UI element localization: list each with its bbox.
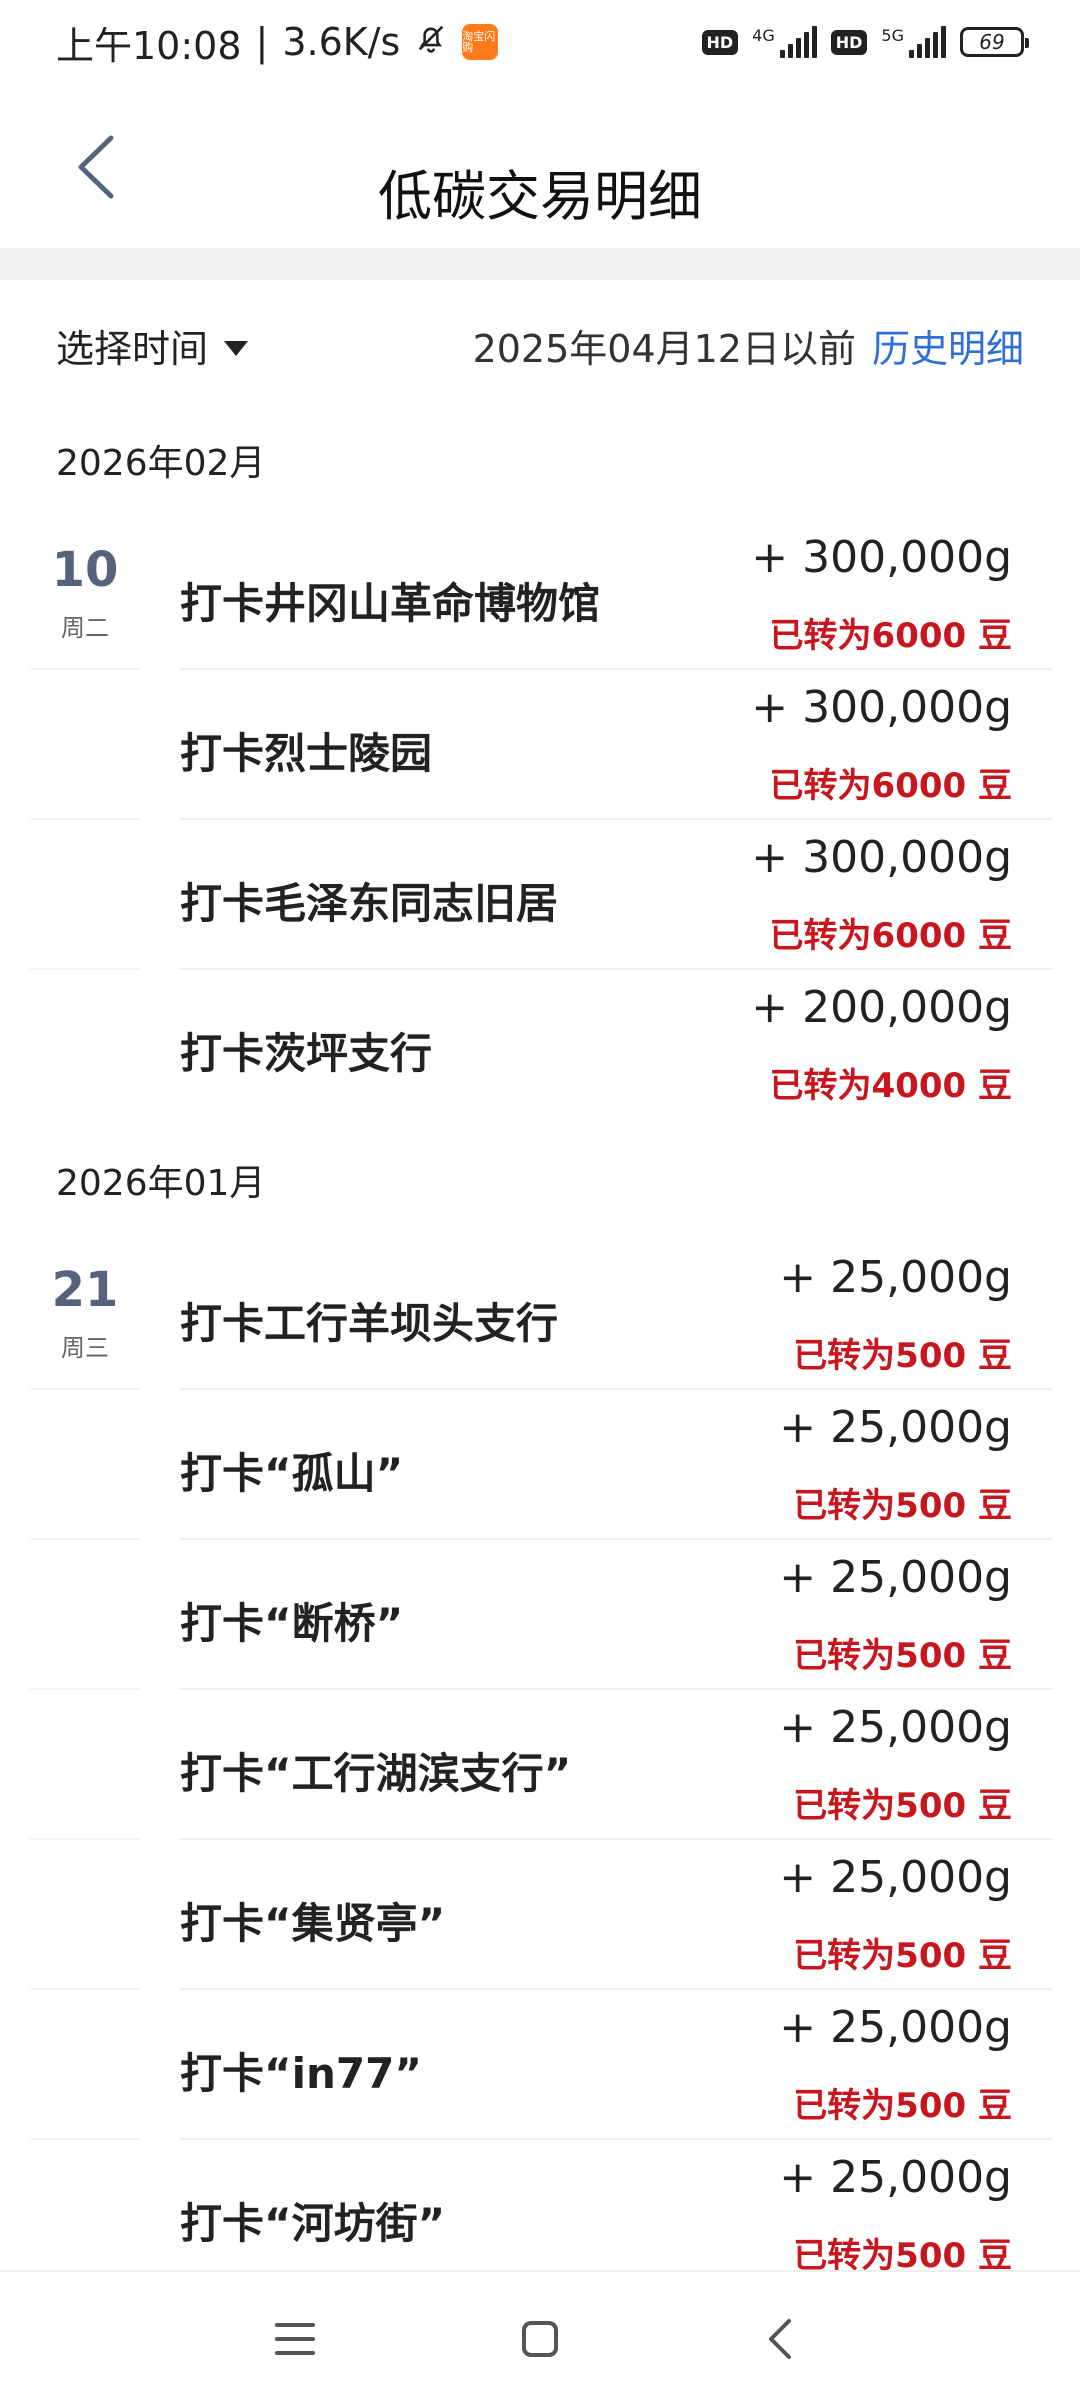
- filter-right: 2025年04月12日以前 历史明细: [473, 318, 1024, 373]
- transaction-beans: 已转为500 豆: [793, 2086, 1012, 2126]
- date-day: 21: [51, 1262, 119, 1318]
- transaction-beans: 已转为500 豆: [793, 1786, 1012, 1826]
- transaction-beans: 已转为4000 豆: [769, 1066, 1012, 1106]
- transaction-item[interactable]: 打卡“in77” + 25,000g 已转为500 豆: [0, 1990, 1080, 2140]
- transaction-item[interactable]: 打卡“河坊街” + 25,000g 已转为500 豆: [0, 2140, 1080, 2290]
- filter-row: 选择时间 2025年04月12日以前 历史明细: [0, 300, 1080, 390]
- transaction-beans: 已转为6000 豆: [769, 916, 1012, 956]
- date-column: 21 周三: [30, 1240, 140, 1390]
- transaction-title: 打卡井冈山革命博物馆: [180, 579, 601, 628]
- nav-menu-button[interactable]: [250, 2296, 340, 2386]
- transaction-beans: 已转为500 豆: [793, 1486, 1012, 1526]
- transaction-beans: 已转为500 豆: [793, 1936, 1012, 1976]
- net-label-4g: 4G: [752, 26, 775, 45]
- hd-badge: HD: [701, 29, 739, 55]
- nav-back-button[interactable]: [735, 2296, 825, 2386]
- transaction-amount: + 25,000g: [779, 1852, 1012, 1903]
- transaction-title: 打卡毛泽东同志旧居: [180, 879, 559, 928]
- net-label-5g: 5G: [881, 26, 904, 45]
- battery-level: 69: [979, 30, 1005, 54]
- triangle-down-icon: [222, 323, 250, 367]
- transaction-item[interactable]: 打卡茨坪支行 + 200,000g 已转为4000 豆: [0, 970, 1080, 1120]
- history-before-text: 2025年04月12日以前: [472, 326, 856, 371]
- transaction-item[interactable]: 10 周二 打卡井冈山革命博物馆 + 300,000g 已转为6000 豆: [0, 520, 1080, 670]
- header-divider: [0, 248, 1080, 280]
- system-nav-bar: [0, 2270, 1080, 2400]
- status-time: 上午10:08: [56, 23, 242, 68]
- transaction-title: 打卡茨坪支行: [180, 1029, 433, 1078]
- transaction-amount: + 25,000g: [779, 2152, 1012, 2203]
- transaction-amount: + 300,000g: [751, 532, 1012, 583]
- transaction-item[interactable]: 打卡“集贤亭” + 25,000g 已转为500 豆: [0, 1840, 1080, 1990]
- date-column: 10 周二: [30, 520, 140, 670]
- status-separator: |: [255, 20, 269, 64]
- transaction-amount: + 25,000g: [779, 1402, 1012, 1453]
- transaction-amount: + 25,000g: [779, 1702, 1012, 1753]
- signal-5g-icon: 5G: [881, 26, 946, 58]
- date-weekday: 周三: [61, 1334, 109, 1362]
- time-select-dropdown[interactable]: 选择时间: [56, 318, 250, 373]
- transaction-beans: 已转为500 豆: [793, 1636, 1012, 1676]
- battery-icon: 69: [960, 27, 1029, 57]
- transaction-title: 打卡“工行湖滨支行”: [180, 1749, 572, 1798]
- transaction-item[interactable]: 打卡“孤山” + 25,000g 已转为500 豆: [0, 1390, 1080, 1540]
- transaction-amount: + 25,000g: [779, 1552, 1012, 1603]
- transaction-title: 打卡“河坊街”: [180, 2199, 446, 2248]
- menu-icon: [273, 2319, 317, 2363]
- status-left: 上午10:08 | 3.6K/s 淘宝闪购: [56, 15, 499, 70]
- transaction-title: 打卡烈士陵园: [180, 729, 433, 778]
- header: 低碳交易明细: [0, 84, 1080, 248]
- transaction-item[interactable]: 打卡“断桥” + 25,000g 已转为500 豆: [0, 1540, 1080, 1690]
- square-icon: [520, 2319, 560, 2363]
- history-detail-link[interactable]: 历史明细: [872, 318, 1024, 373]
- transaction-title: 打卡“孤山”: [180, 1449, 404, 1498]
- month-header: 2026年02月: [56, 443, 266, 484]
- transaction-item[interactable]: 打卡“工行湖滨支行” + 25,000g 已转为500 豆: [0, 1690, 1080, 1840]
- time-select-label: 选择时间: [56, 326, 209, 371]
- status-right: HD 4G HD 5G 69: [701, 26, 1029, 58]
- transaction-amount: + 300,000g: [751, 832, 1012, 883]
- transaction-title: 打卡“集贤亭”: [180, 1899, 446, 1948]
- transaction-amount: + 200,000g: [751, 982, 1012, 1033]
- chevron-left-icon: [765, 2317, 795, 2365]
- transaction-item[interactable]: 打卡烈士陵园 + 300,000g 已转为6000 豆: [0, 670, 1080, 820]
- transaction-amount: + 25,000g: [779, 2002, 1012, 2053]
- transaction-item[interactable]: 打卡毛泽东同志旧居 + 300,000g 已转为6000 豆: [0, 820, 1080, 970]
- transaction-amount: + 300,000g: [751, 682, 1012, 733]
- transaction-beans: 已转为6000 豆: [769, 766, 1012, 806]
- app-badge-icon: 淘宝闪购: [462, 24, 499, 60]
- transaction-list: 2026年02月 10 周二 打卡井冈山革命博物馆 + 300,000g 已转为…: [0, 400, 1080, 2290]
- month-header: 2026年01月: [56, 1163, 266, 1204]
- transaction-beans: 已转为6000 豆: [769, 616, 1012, 656]
- nav-home-button[interactable]: [495, 2296, 585, 2386]
- date-day: 10: [51, 542, 119, 598]
- hd-badge-2: HD: [830, 29, 868, 55]
- transaction-beans: 已转为500 豆: [793, 1336, 1012, 1376]
- transaction-title: 打卡“in77”: [180, 2049, 422, 2098]
- page-title: 低碳交易明细: [378, 165, 702, 228]
- signal-4g-icon: 4G: [752, 26, 817, 58]
- status-bar: 上午10:08 | 3.6K/s 淘宝闪购 HD 4G HD 5G 69: [0, 0, 1080, 84]
- bell-muted-icon: [414, 20, 448, 64]
- transaction-amount: + 25,000g: [779, 1252, 1012, 1303]
- transaction-title: 打卡“断桥”: [180, 1599, 404, 1648]
- transaction-item[interactable]: 21 周三 打卡工行羊坝头支行 + 25,000g 已转为500 豆: [0, 1240, 1080, 1390]
- transaction-title: 打卡工行羊坝头支行: [180, 1299, 559, 1348]
- date-weekday: 周二: [61, 614, 109, 642]
- status-net-speed: 3.6K/s: [282, 20, 401, 64]
